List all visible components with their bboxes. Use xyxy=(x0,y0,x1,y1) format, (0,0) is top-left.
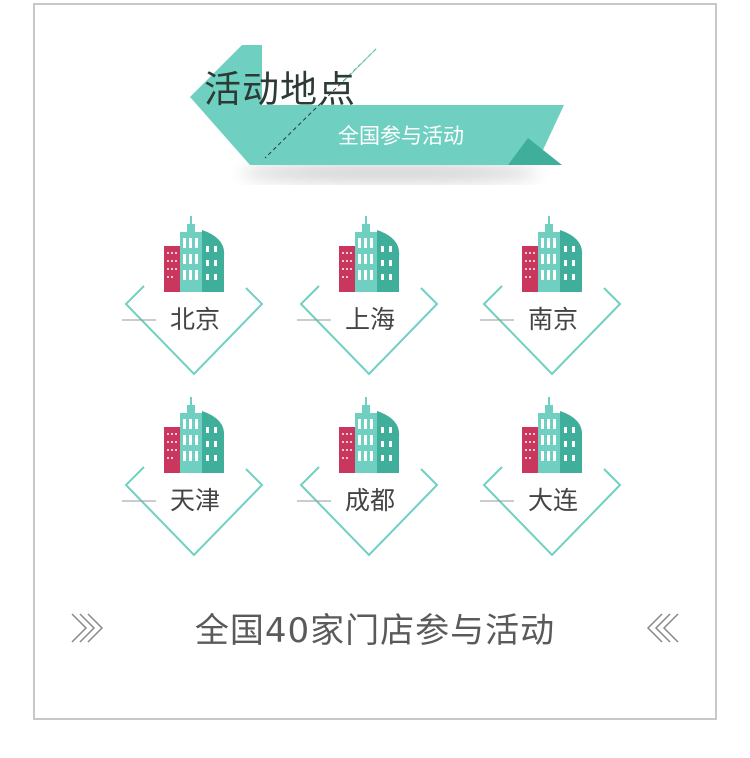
city-card-chengdu: 成都 xyxy=(297,397,447,557)
location-banner: 活动地点 全国参与活动 xyxy=(190,45,570,185)
city-card-beijing: 北京 xyxy=(122,216,272,376)
city-card-shanghai: 上海 xyxy=(297,216,447,376)
banner-title: 活动地点 xyxy=(204,68,356,111)
city-name: 成都 xyxy=(344,486,395,515)
banner-subtitle: 全国参与活动 xyxy=(338,124,464,148)
city-name: 天津 xyxy=(169,486,220,515)
city-card-nanjing: 南京 xyxy=(480,216,630,376)
city-card-tianjin: 天津 xyxy=(122,397,272,557)
city-name: 上海 xyxy=(344,305,395,334)
city-card-dalian: 大连 xyxy=(480,397,630,557)
footer-text: 全国40家门店参与活动 xyxy=(194,611,556,651)
city-name: 北京 xyxy=(169,305,220,334)
double-chevron-left-icon xyxy=(646,613,679,643)
city-name: 南京 xyxy=(527,305,578,334)
city-name: 大连 xyxy=(527,486,578,515)
